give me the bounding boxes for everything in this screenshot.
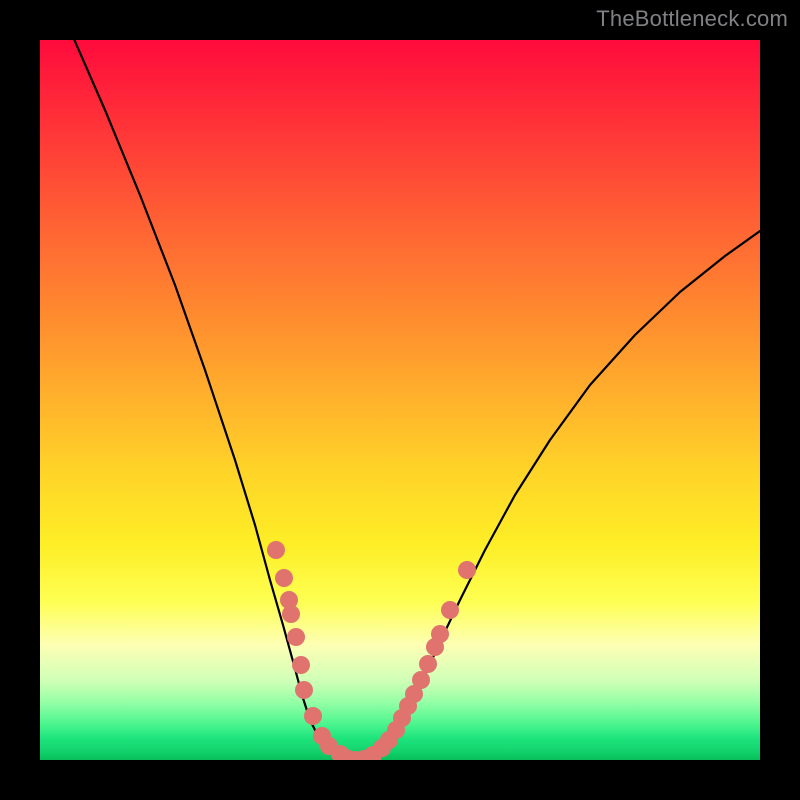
scatter-dot — [267, 541, 285, 559]
scatter-dot — [431, 625, 449, 643]
scatter-dot — [295, 681, 313, 699]
watermark-text: TheBottleneck.com — [596, 6, 788, 32]
scatter-dot — [419, 655, 437, 673]
scatter-dot — [275, 569, 293, 587]
scatter-dot — [441, 601, 459, 619]
scatter-dots — [267, 541, 476, 760]
bottleneck-curve — [40, 40, 760, 759]
scatter-dot — [304, 707, 322, 725]
chart-stage: TheBottleneck.com — [0, 0, 800, 800]
plot-area — [40, 40, 760, 760]
scatter-dot — [287, 628, 305, 646]
chart-svg — [40, 40, 760, 760]
scatter-dot — [292, 656, 310, 674]
scatter-dot — [412, 671, 430, 689]
scatter-dot — [458, 561, 476, 579]
scatter-dot — [282, 605, 300, 623]
